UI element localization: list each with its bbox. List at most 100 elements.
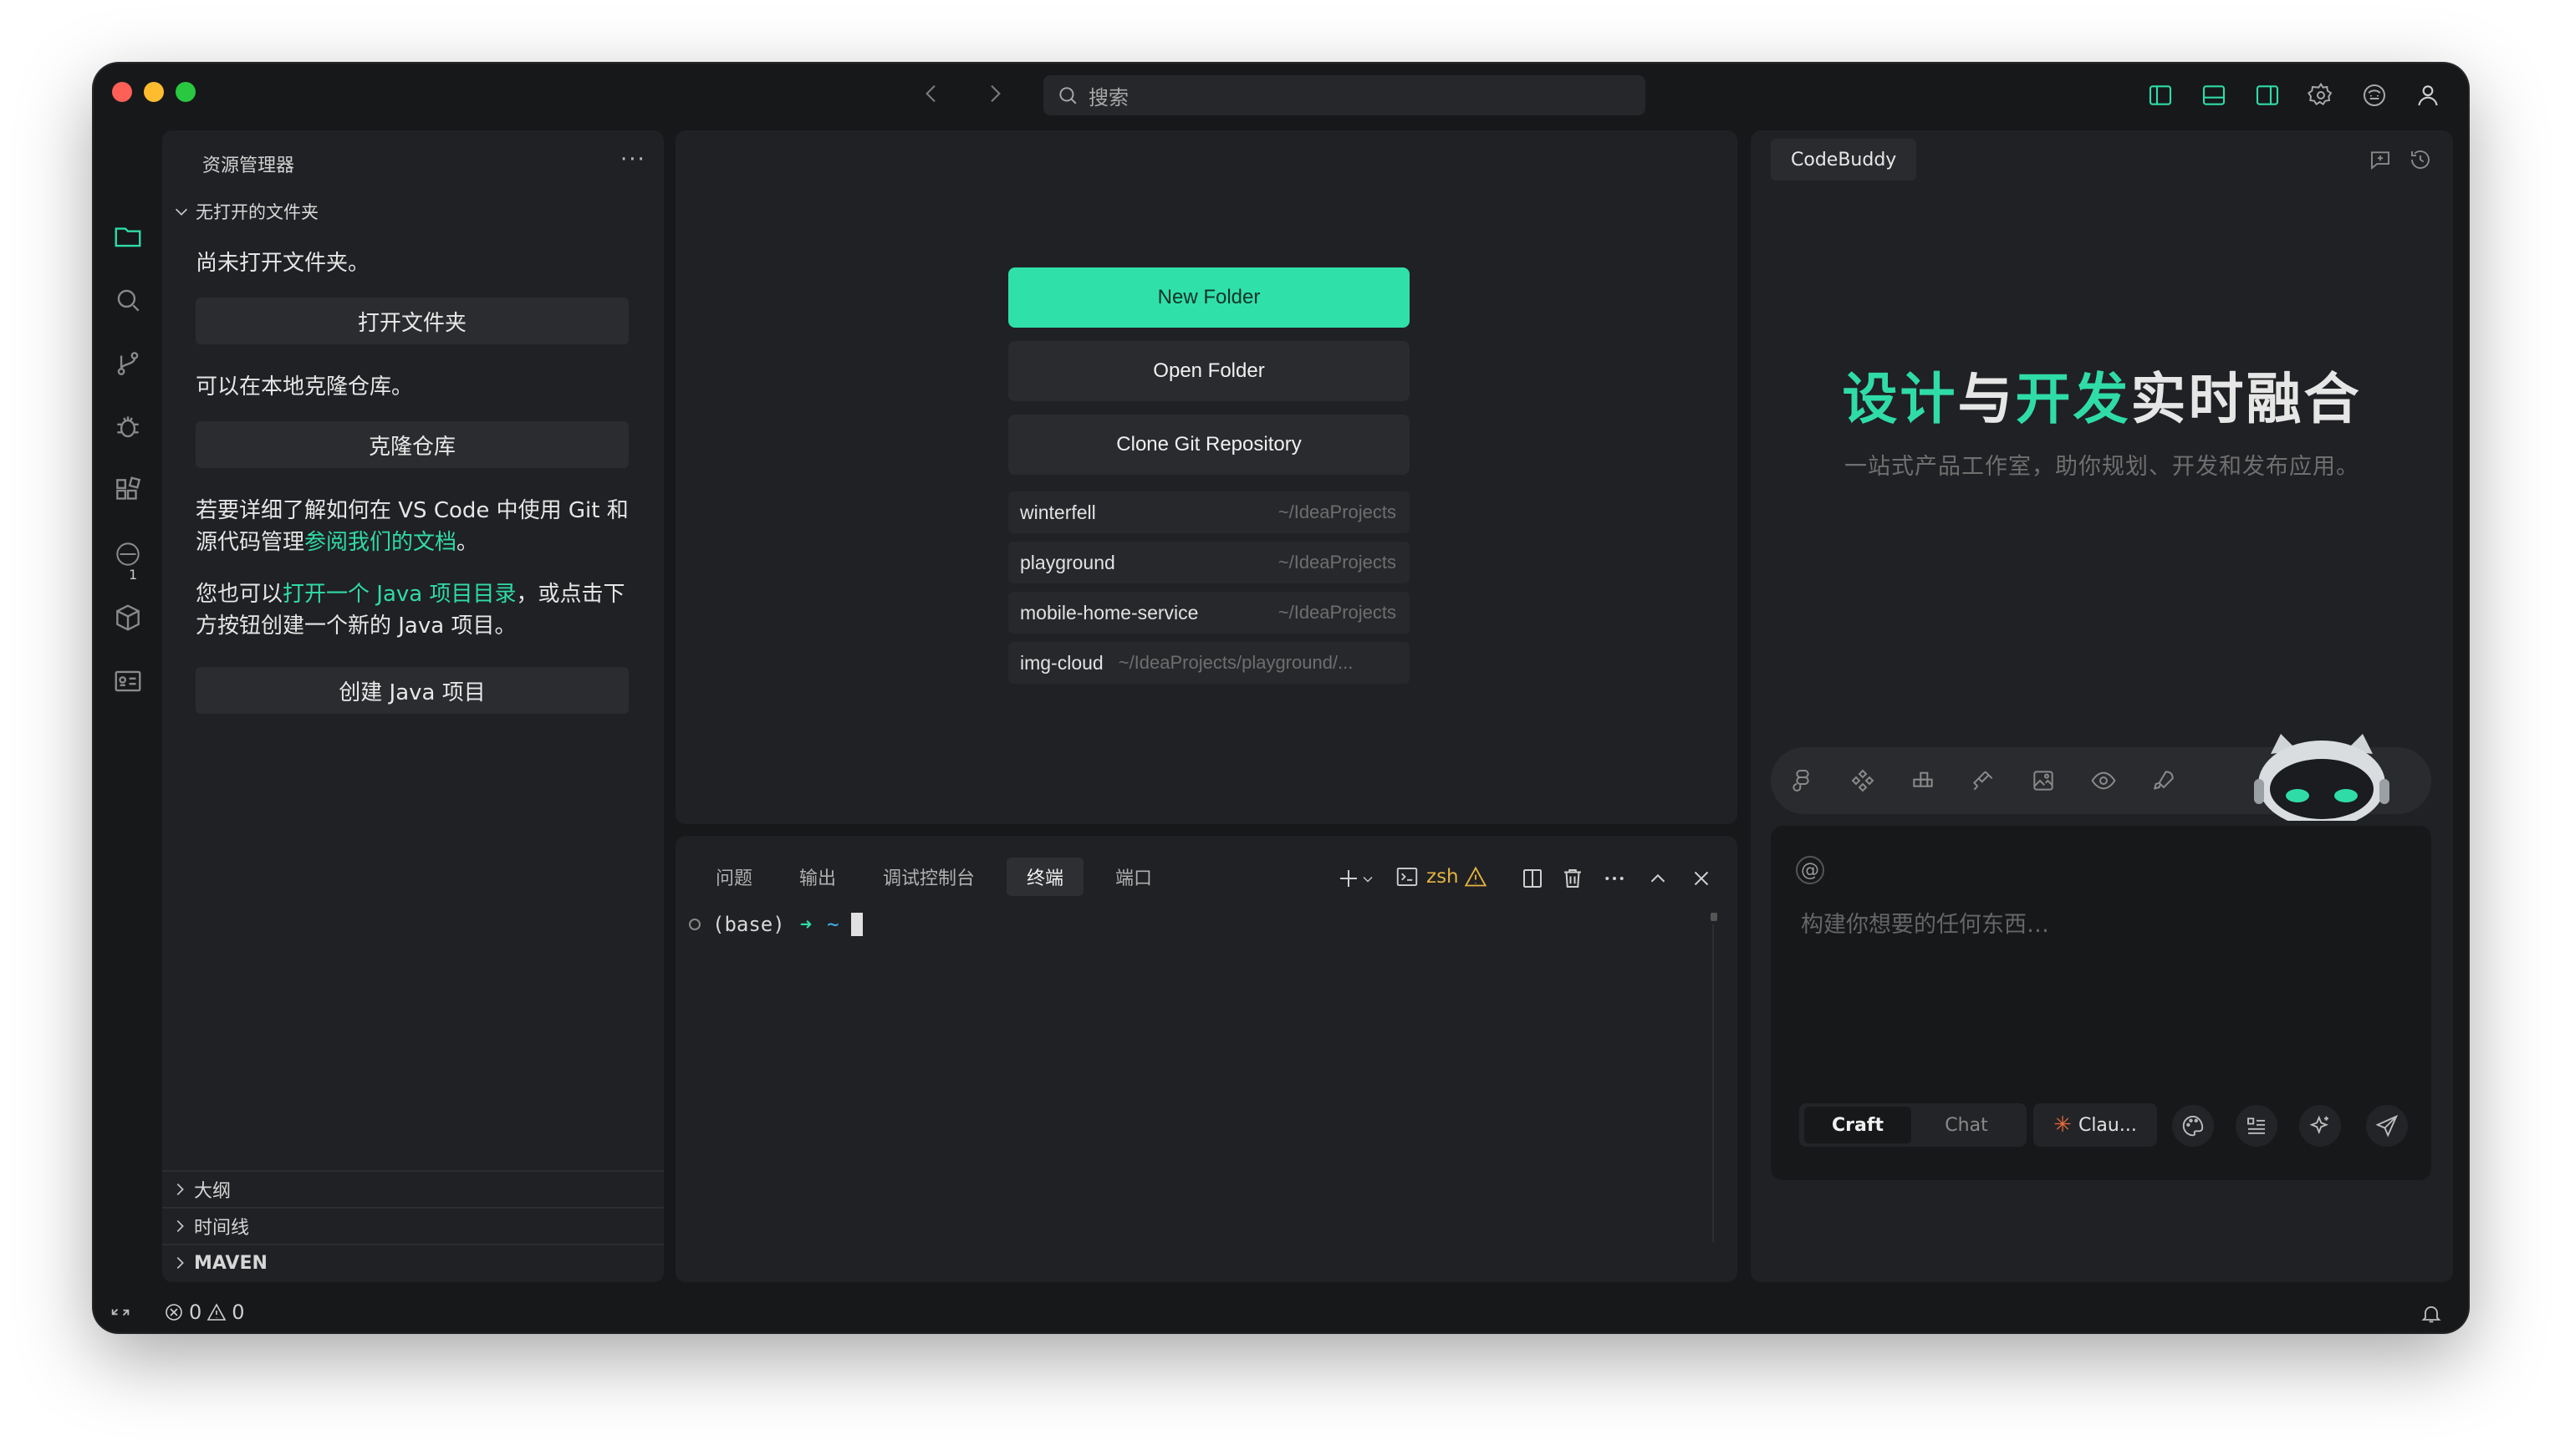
recent-path: ~/IdeaProjects/playground/... [1118, 652, 1354, 673]
copilot-icon[interactable] [2361, 82, 2388, 109]
terminal-scrollbar[interactable] [1712, 924, 1714, 1242]
codebuddy-panel: CodeBuddy 设计与开发实时融合 一站式产品工作室，助你规划、开发和发布应… [1751, 130, 2453, 1282]
create-java-project-button[interactable]: 创建 Java 项目 [196, 667, 629, 714]
forward-arrow-icon[interactable] [982, 80, 1008, 107]
minimize-window-button[interactable] [144, 82, 164, 102]
send-icon[interactable] [2366, 1105, 2408, 1147]
package-box-icon[interactable] [112, 602, 144, 634]
recent-project-item[interactable]: winterfell ~/IdeaProjects [1008, 491, 1410, 533]
warning-icon [207, 1303, 227, 1321]
close-window-button[interactable] [112, 82, 132, 102]
remote-explorer-icon[interactable] [112, 665, 144, 697]
no-folder-section-header[interactable]: 无打开的文件夹 [172, 199, 319, 224]
chevron-down-icon [175, 208, 188, 216]
trash-icon[interactable] [1560, 866, 1585, 891]
layout-grid-icon[interactable] [1906, 764, 1940, 797]
history-icon[interactable] [2408, 147, 2433, 172]
maven-section[interactable]: MAVEN [162, 1244, 664, 1280]
component-icon[interactable] [1846, 764, 1879, 797]
toggle-primary-sidebar-icon[interactable] [2147, 82, 2174, 109]
terminal-prompt[interactable]: (base) ➜ ~ [689, 913, 863, 936]
recent-project-item[interactable]: img-cloud ~/IdeaProjects/playground/... [1008, 642, 1410, 684]
hero-title: 设计与开发实时融合 [1842, 367, 2362, 431]
run-debug-icon[interactable] [112, 411, 144, 443]
sidebar-more-button[interactable]: ··· [620, 147, 646, 172]
timeline-section[interactable]: 时间线 [162, 1207, 664, 1244]
clone-text: 可以在本地克隆仓库。 [196, 374, 414, 400]
bottom-panel: 问题 输出 调试控制台 终端 端口 zsh (base) ➜ ~ [676, 836, 1737, 1282]
error-icon [166, 1304, 182, 1321]
recent-project-item[interactable]: mobile-home-service ~/IdeaProjects [1008, 592, 1410, 634]
toggle-secondary-sidebar-icon[interactable] [2254, 82, 2281, 109]
palette-icon[interactable] [2172, 1105, 2214, 1147]
preview-eye-icon[interactable] [2087, 764, 2120, 797]
chevron-down-icon[interactable] [1359, 866, 1376, 891]
enhance-sparkle-icon[interactable] [2299, 1105, 2341, 1147]
terminal-scrollbar-thumb[interactable] [1711, 913, 1717, 921]
notifications-bell-icon[interactable] [2420, 1302, 2443, 1326]
tab-codebuddy[interactable]: CodeBuddy [1771, 139, 1917, 181]
plug-icon[interactable] [1966, 764, 2000, 797]
codebuddy-logo-icon[interactable] [112, 538, 144, 570]
toggle-panel-icon[interactable] [2200, 82, 2227, 109]
recent-path: ~/IdeaProjects [1277, 501, 1396, 522]
new-chat-icon[interactable] [2368, 147, 2393, 172]
chevron-right-icon [176, 1183, 184, 1196]
open-java-project-link[interactable]: 打开一个 Java 项目目录 [283, 582, 516, 607]
open-folder-button[interactable]: Open Folder [1008, 341, 1410, 401]
command-search-input[interactable]: 搜索 [1043, 75, 1645, 115]
explorer-icon[interactable] [112, 221, 144, 252]
close-panel-icon[interactable] [1689, 866, 1714, 891]
chevron-right-icon [176, 1219, 184, 1233]
open-folder-button[interactable]: 打开文件夹 [196, 298, 629, 344]
chevron-right-icon [176, 1256, 184, 1270]
source-control-icon[interactable] [112, 348, 144, 379]
new-terminal-icon[interactable] [1336, 866, 1361, 891]
recent-name: mobile-home-service [1020, 601, 1199, 624]
docs-link[interactable]: 参阅我们的文档 [304, 530, 456, 555]
recent-path: ~/IdeaProjects [1277, 552, 1396, 573]
deploy-rocket-icon[interactable] [2147, 764, 2180, 797]
mode-craft[interactable]: Craft [1804, 1107, 1911, 1143]
recent-project-item[interactable]: playground ~/IdeaProjects [1008, 542, 1410, 583]
figma-icon[interactable] [1786, 764, 1819, 797]
account-icon[interactable] [2415, 82, 2441, 109]
task-list-icon[interactable] [2236, 1105, 2277, 1147]
settings-gear-icon[interactable] [2307, 82, 2334, 109]
mode-chat[interactable]: Chat [1913, 1107, 2020, 1143]
search-icon[interactable] [112, 284, 144, 316]
section-label: 无打开的文件夹 [196, 202, 319, 222]
clone-git-repo-button[interactable]: Clone Git Repository [1008, 415, 1410, 475]
terminal-cursor [850, 913, 863, 936]
model-selector[interactable]: ✳ Clau... [2033, 1103, 2157, 1147]
chat-input-placeholder[interactable]: 构建你想要的任何东西… [1801, 906, 2049, 939]
remote-indicator-icon[interactable] [109, 1301, 134, 1326]
mode-switch: Craft Chat [1799, 1103, 2027, 1147]
mention-button[interactable]: @ [1796, 856, 1824, 884]
new-folder-button[interactable]: New Folder [1008, 267, 1410, 328]
tab-ports[interactable]: 端口 [1095, 858, 1172, 896]
more-actions-icon[interactable] [1602, 866, 1627, 891]
tab-terminal[interactable]: 终端 [1007, 858, 1084, 896]
image-edit-icon[interactable] [2027, 764, 2060, 797]
explorer-sidebar: 资源管理器 ··· 无打开的文件夹 尚未打开文件夹。 打开文件夹 可以在本地克隆… [162, 130, 664, 1282]
extensions-icon[interactable] [112, 475, 144, 507]
tab-debug-console[interactable]: 调试控制台 [863, 858, 995, 896]
app-window: 搜索 1 资源管理器 ··· 无打开的文件夹 尚未打开文件夹。 打开文件夹 可以… [94, 64, 2468, 1332]
zoom-window-button[interactable] [176, 82, 196, 102]
chat-input-box[interactable]: @ 构建你想要的任何东西… Craft Chat ✳ Clau... [1771, 826, 2431, 1180]
clone-repo-button[interactable]: 克隆仓库 [196, 421, 629, 468]
back-arrow-icon[interactable] [918, 80, 945, 107]
error-count: 0 [189, 1301, 202, 1324]
claude-sparkle-icon: ✳ [2053, 1112, 2072, 1138]
terminal-shell-selector[interactable]: zsh [1395, 864, 1487, 889]
maximize-panel-icon[interactable] [1645, 866, 1670, 891]
prompt-env: (base) [712, 913, 785, 936]
problems-status[interactable]: 0 0 [164, 1301, 245, 1324]
outline-section[interactable]: 大纲 [162, 1170, 664, 1207]
editor-area: New Folder Open Folder Clone Git Reposit… [676, 130, 1737, 824]
tab-output[interactable]: 输出 [779, 858, 856, 896]
title-bar: 搜索 [94, 64, 2468, 130]
tab-problems[interactable]: 问题 [696, 858, 773, 896]
split-terminal-icon[interactable] [1520, 866, 1545, 891]
